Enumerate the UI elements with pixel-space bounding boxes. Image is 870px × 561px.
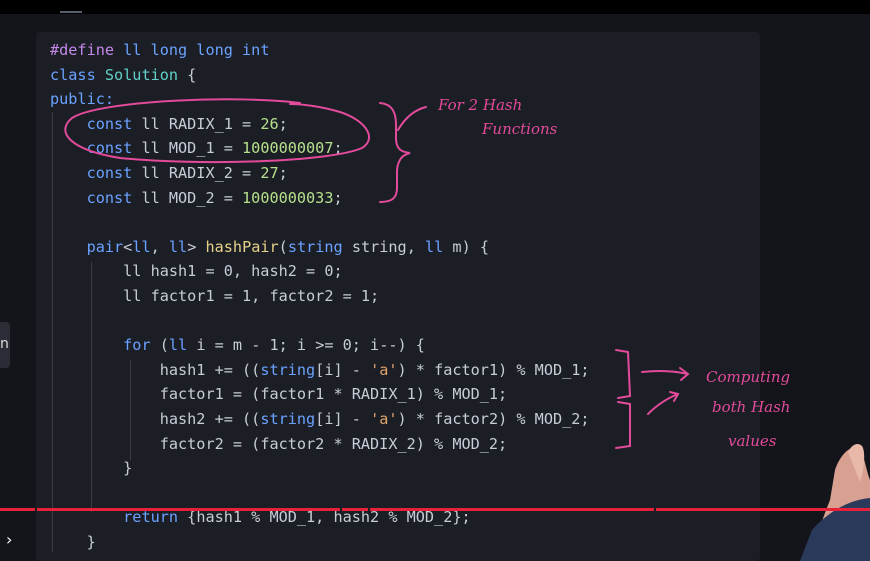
- next-button[interactable]: ›: [0, 530, 12, 549]
- annotation-overlay: [64, 98, 870, 561]
- brace-annotation: [379, 102, 411, 203]
- note-computing-line1: Computing: [706, 368, 791, 386]
- brace-arrow: [397, 106, 427, 131]
- video-progress-bar[interactable]: [0, 508, 870, 511]
- bracket-annotation-1: [615, 349, 632, 399]
- side-panel-handle[interactable]: n: [0, 322, 10, 368]
- chevron-right-icon: ›: [6, 530, 13, 549]
- chapter-marker: [340, 508, 342, 511]
- arrow-annotation-1: [641, 367, 690, 381]
- note-hash-functions-line1: For 2 Hash: [438, 96, 523, 114]
- presenter-hand: [800, 444, 870, 561]
- arrow-annotation-2: [647, 391, 680, 415]
- side-handle-label: n: [0, 336, 9, 352]
- chapter-marker: [368, 508, 370, 511]
- chapter-marker: [35, 508, 37, 511]
- circle-annotation: [64, 98, 370, 164]
- chapter-marker: [654, 508, 656, 511]
- note-computing-line3: values: [728, 432, 777, 450]
- bracket-annotation-2: [615, 401, 631, 449]
- note-computing-line2: both Hash: [712, 398, 791, 416]
- note-hash-functions-line2: Functions: [482, 120, 558, 138]
